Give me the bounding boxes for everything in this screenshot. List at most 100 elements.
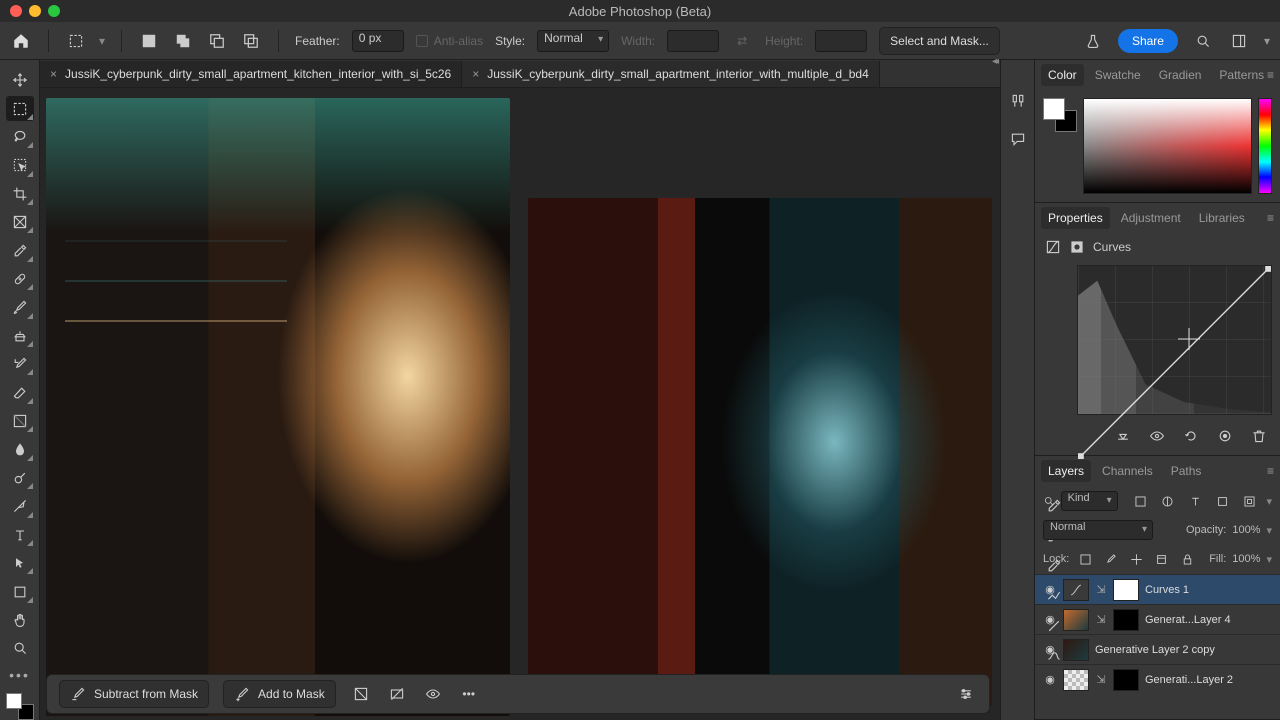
crop-tool[interactable] (6, 182, 34, 206)
filter-adjust-icon[interactable] (1157, 490, 1178, 512)
hue-slider[interactable] (1258, 98, 1272, 194)
curves-smooth-icon[interactable] (1043, 645, 1065, 667)
frame-tool[interactable] (6, 210, 34, 234)
tab-paths[interactable]: Paths (1164, 460, 1209, 482)
workspace-switcher-icon[interactable] (1228, 30, 1250, 52)
eyedropper-tool[interactable] (6, 238, 34, 262)
fg-swatch[interactable] (1043, 98, 1065, 120)
color-fgbg[interactable] (1043, 98, 1077, 132)
document-tab-2[interactable]: × JussiK_cyberpunk_dirty_small_apartment… (462, 61, 880, 87)
collapse-panels-icon[interactable]: ◂◂ (992, 56, 996, 67)
brushes-panel-icon[interactable] (1007, 90, 1029, 112)
layer-row[interactable]: ◉ Generative Layer 2 copy (1035, 634, 1280, 664)
tab-layers[interactable]: Layers (1041, 460, 1091, 482)
layer-row[interactable]: ◉ ⇲ Curves 1 (1035, 574, 1280, 604)
tab-adjustments[interactable]: Adjustment (1114, 207, 1188, 229)
layer-name[interactable]: Generative Layer 2 copy (1095, 644, 1272, 656)
adj-thumb[interactable] (1063, 579, 1089, 601)
pen-tool[interactable] (6, 494, 34, 518)
tab-gradients[interactable]: Gradien (1152, 64, 1209, 86)
tab-color[interactable]: Color (1041, 64, 1084, 86)
canvas-right[interactable] (528, 98, 992, 716)
layer-name[interactable]: Generat...Layer 4 (1145, 614, 1272, 626)
object-select-tool[interactable] (6, 153, 34, 177)
select-and-mask-button[interactable]: Select and Mask... (879, 27, 1000, 55)
close-tab-icon[interactable]: × (50, 67, 57, 81)
zoom-tool[interactable] (6, 636, 34, 660)
history-brush-tool[interactable] (6, 352, 34, 376)
layer-filter-select[interactable]: Kind (1061, 491, 1118, 511)
mask-thumb[interactable] (1113, 669, 1139, 691)
move-tool[interactable] (6, 68, 34, 92)
dodge-tool[interactable] (6, 466, 34, 490)
curves-draw-icon[interactable] (1043, 615, 1065, 637)
mask-icon[interactable] (1069, 239, 1085, 255)
comments-panel-icon[interactable] (1007, 128, 1029, 150)
layer-name[interactable]: Generati...Layer 2 (1145, 674, 1272, 686)
panel-menu-icon[interactable]: ≡ (1267, 464, 1274, 478)
panel-menu-icon[interactable]: ≡ (1267, 211, 1274, 225)
subtract-from-mask-button[interactable]: Subtract from Mask (59, 680, 209, 708)
curves-sample-black-icon[interactable] (1043, 555, 1065, 577)
close-tab-icon[interactable]: × (472, 67, 479, 81)
opacity-value[interactable]: 100% (1232, 524, 1260, 536)
tab-swatches[interactable]: Swatche (1088, 64, 1148, 86)
tab-properties[interactable]: Properties (1041, 207, 1110, 229)
panel-menu-icon[interactable]: ≡ (1267, 68, 1274, 82)
curves-graph[interactable] (1077, 265, 1272, 415)
layer-name[interactable]: Curves 1 (1145, 584, 1272, 596)
lock-position-icon[interactable] (1126, 548, 1146, 570)
layer-thumb[interactable] (1063, 669, 1089, 691)
link-icon[interactable]: ⇲ (1095, 673, 1107, 686)
filter-type-icon[interactable] (1184, 490, 1205, 512)
view-mask-icon[interactable] (422, 683, 444, 705)
home-icon[interactable] (10, 30, 32, 52)
clone-stamp-tool[interactable] (6, 324, 34, 348)
add-to-mask-button[interactable]: Add to Mask (223, 680, 336, 708)
layer-thumb[interactable] (1063, 639, 1089, 661)
edit-toolbar[interactable]: ••• (9, 667, 30, 683)
layer-thumb[interactable] (1063, 609, 1089, 631)
type-tool[interactable] (6, 523, 34, 547)
style-select[interactable]: Normal (537, 30, 609, 52)
marquee-tool-preset-icon[interactable] (65, 30, 87, 52)
selection-subtract-icon[interactable] (206, 30, 228, 52)
share-button[interactable]: Share (1118, 29, 1178, 53)
heal-tool[interactable] (6, 267, 34, 291)
brush-tool[interactable] (6, 295, 34, 319)
tab-patterns[interactable]: Patterns (1212, 64, 1271, 86)
beta-flask-icon[interactable] (1082, 30, 1104, 52)
hand-tool[interactable] (6, 608, 34, 632)
selection-intersect-icon[interactable] (240, 30, 262, 52)
fill-value[interactable]: 100% (1232, 553, 1260, 565)
rect-marquee-tool[interactable] (6, 96, 34, 120)
path-select-tool[interactable] (6, 551, 34, 575)
layer-row[interactable]: ◉ ⇲ Generati...Layer 2 (1035, 664, 1280, 694)
lock-all-icon[interactable] (1178, 548, 1198, 570)
blend-mode-select[interactable]: Normal (1043, 520, 1153, 540)
more-icon[interactable]: ••• (458, 683, 480, 705)
selection-new-icon[interactable] (138, 30, 160, 52)
search-icon[interactable] (1192, 30, 1214, 52)
gradient-tool[interactable] (6, 409, 34, 433)
lasso-tool[interactable] (6, 125, 34, 149)
filter-pixel-icon[interactable] (1130, 490, 1151, 512)
lock-transparency-icon[interactable] (1075, 548, 1095, 570)
mask-thumb[interactable] (1113, 579, 1139, 601)
feather-input[interactable]: 0 px (352, 30, 404, 52)
lock-paint-icon[interactable] (1101, 548, 1121, 570)
link-icon[interactable]: ⇲ (1095, 613, 1107, 626)
lock-artboard-icon[interactable] (1152, 548, 1172, 570)
foreground-swatch[interactable] (6, 693, 22, 709)
tab-libraries[interactable]: Libraries (1192, 207, 1252, 229)
color-swatches[interactable] (6, 693, 34, 720)
eraser-tool[interactable] (6, 380, 34, 404)
shape-tool[interactable] (6, 579, 34, 603)
color-spectrum[interactable] (1083, 98, 1252, 194)
layer-row[interactable]: ◉ ⇲ Generat...Layer 4 (1035, 604, 1280, 634)
invert-mask-icon[interactable] (350, 683, 372, 705)
link-icon[interactable]: ⇲ (1095, 583, 1107, 596)
mask-thumb[interactable] (1113, 609, 1139, 631)
curves-edit-points-icon[interactable] (1043, 585, 1065, 607)
filter-shape-icon[interactable] (1212, 490, 1233, 512)
